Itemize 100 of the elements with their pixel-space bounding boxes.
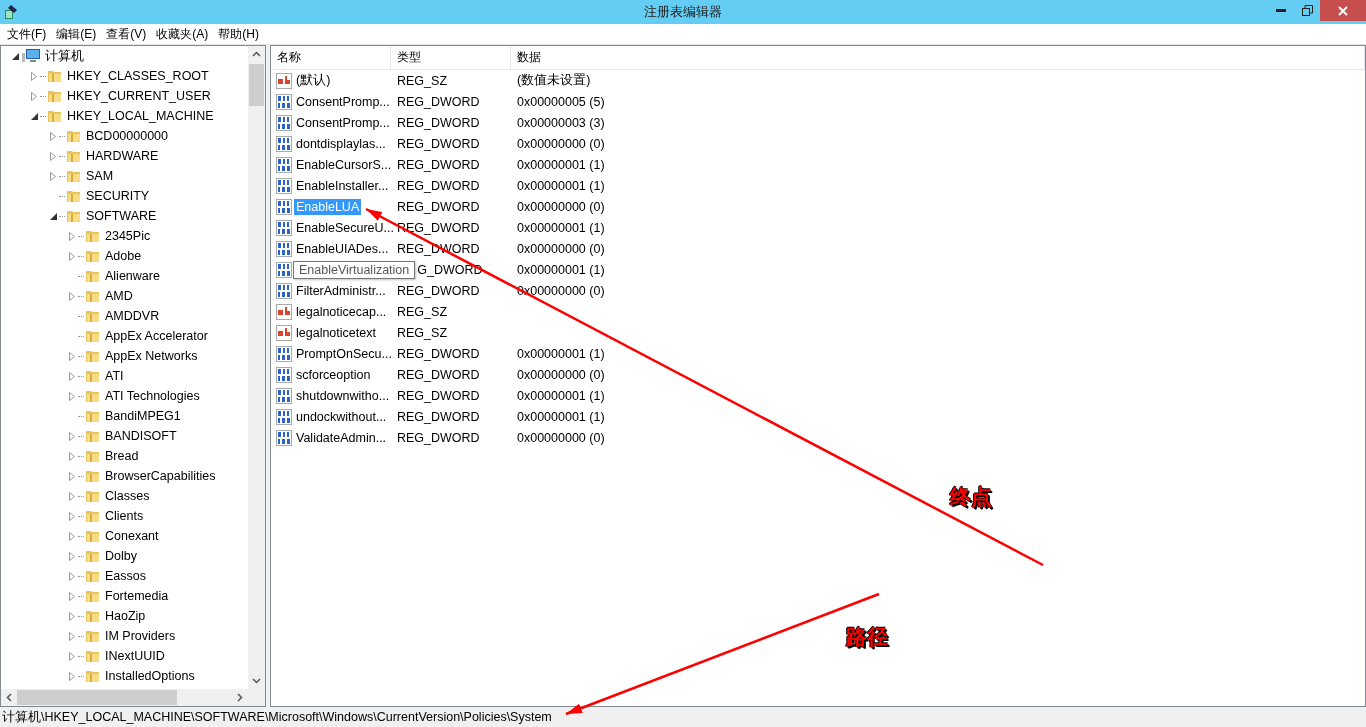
folder-icon <box>66 208 82 224</box>
folder-icon <box>66 188 82 204</box>
value-type: REG_DWORD <box>396 367 481 382</box>
annotation-label: 终点 <box>950 484 992 510</box>
value-data: 0x00000000 (0) <box>516 367 606 382</box>
tree-item[interactable]: BCD00000000 <box>86 129 168 143</box>
tree-item[interactable]: BrowserCapabilities <box>105 469 216 483</box>
tree-item[interactable]: 2345Pic <box>105 229 151 243</box>
value-name[interactable]: ConsentPromp... <box>294 114 392 131</box>
tree-item[interactable]: BandiMPEG1 <box>105 409 181 423</box>
value-name[interactable]: scforceoption <box>294 366 373 383</box>
value-name[interactable]: undockwithout... <box>294 408 389 425</box>
folder-icon <box>47 108 63 124</box>
tree-item[interactable]: InstalledOptions <box>105 669 195 683</box>
value-data: 0x00000000 (0) <box>516 241 606 256</box>
tree-item[interactable]: AppEx Accelerator <box>105 329 208 343</box>
scrollbar-thumb[interactable] <box>249 64 264 106</box>
tree-item[interactable]: BANDISOFT <box>105 429 177 443</box>
tree-item[interactable]: ATI <box>105 369 124 383</box>
menu-item[interactable]: 查看(V) <box>101 25 152 43</box>
column-header[interactable]: 类型 <box>391 46 511 69</box>
folder-icon <box>47 68 63 84</box>
tree-item[interactable]: SAM <box>86 169 114 183</box>
restore-icon <box>1301 5 1313 16</box>
tree-item[interactable]: AppEx Networks <box>105 349 198 363</box>
value-name[interactable]: ConsentPromp... <box>294 93 392 110</box>
expand-triangle-icon[interactable] <box>69 291 75 301</box>
value-type: REG_DWORD <box>396 430 481 445</box>
tree-item[interactable]: 计算机 <box>45 47 84 65</box>
binary-value-icon <box>276 366 292 383</box>
value-data: 0x00000001 (1) <box>516 262 606 277</box>
tree-item[interactable]: IM Providers <box>105 629 176 643</box>
value-name[interactable]: legalnoticecap... <box>294 303 389 320</box>
value-name[interactable]: PromptOnSecu... <box>294 345 394 362</box>
collapse-triangle-icon[interactable] <box>30 112 38 120</box>
value-data: 0x00000001 (1) <box>516 388 606 403</box>
value-name[interactable]: EnableCursorS... <box>294 156 394 173</box>
tree-item[interactable]: ATI Technologies <box>105 389 200 403</box>
value-data: 0x00000000 (0) <box>516 430 606 445</box>
column-header[interactable]: 数据 <box>511 46 1365 69</box>
vertical-scrollbar[interactable] <box>248 46 265 689</box>
tree-item[interactable]: SOFTWARE <box>86 209 157 223</box>
value-name[interactable]: ValidateAdmin... <box>294 429 389 446</box>
column-header[interactable]: 名称 <box>271 46 391 69</box>
tree-item[interactable]: Fortemedia <box>105 589 169 603</box>
close-icon <box>1338 5 1348 16</box>
collapse-triangle-icon[interactable] <box>49 212 57 220</box>
collapse-triangle-icon[interactable] <box>11 52 19 60</box>
folder-icon <box>85 408 101 424</box>
folder-icon <box>85 528 101 544</box>
menu-item[interactable]: 收藏夹(A) <box>151 25 214 43</box>
tree-item[interactable]: Clients <box>105 509 144 523</box>
close-button[interactable] <box>1320 0 1366 21</box>
tree-item[interactable]: Adobe <box>105 249 142 263</box>
tree-item[interactable]: HKEY_CURRENT_USER <box>67 89 211 103</box>
binary-value-icon <box>276 219 292 236</box>
folder-icon <box>47 88 63 104</box>
value-name[interactable]: shutdownwitho... <box>294 387 392 404</box>
value-name[interactable]: dontdisplaylas... <box>294 135 388 152</box>
folder-icon <box>85 228 101 244</box>
tree-item[interactable]: Alienware <box>105 269 160 283</box>
tree-item[interactable]: SECURITY <box>86 189 150 203</box>
tree-item[interactable]: AMD <box>105 289 133 303</box>
tree-item[interactable]: Bread <box>105 449 139 463</box>
horizontal-scrollbar[interactable] <box>1 689 248 706</box>
tree-item[interactable]: HKEY_LOCAL_MACHINE <box>67 109 214 123</box>
value-type: REG_SZ <box>396 325 448 340</box>
tree-item[interactable]: Eassos <box>105 569 146 583</box>
scroll-right-icon[interactable] <box>237 693 243 702</box>
binary-value-icon <box>276 429 292 446</box>
scroll-down-icon[interactable] <box>252 678 261 684</box>
folder-icon <box>85 468 101 484</box>
value-name[interactable]: EnableInstaller... <box>294 177 391 194</box>
value-name[interactable]: FilterAdministr... <box>294 282 388 299</box>
scroll-up-icon[interactable] <box>252 51 261 57</box>
value-name[interactable]: EnableSecureU... <box>294 219 396 236</box>
value-name[interactable]: (默认) <box>294 71 333 90</box>
binary-value-icon <box>276 114 292 131</box>
tree-item[interactable]: HARDWARE <box>86 149 159 163</box>
value-type: REG_DWORD <box>396 136 481 151</box>
tree-item[interactable]: AMDDVR <box>105 309 160 323</box>
menu-item[interactable]: 文件(F) <box>2 25 52 43</box>
annotation-label: 路径 <box>846 624 888 650</box>
folder-icon <box>85 548 101 564</box>
tree-item[interactable]: Dolby <box>105 549 137 563</box>
tree-item[interactable]: HKEY_CLASSES_ROOT <box>67 69 209 83</box>
tree-item[interactable]: Conexant <box>105 529 159 543</box>
value-name[interactable]: legalnoticetext <box>294 324 378 341</box>
menu-item[interactable]: 帮助(H) <box>213 25 264 43</box>
scroll-left-icon[interactable] <box>6 693 12 702</box>
binary-value-icon <box>276 198 292 215</box>
tree-item[interactable]: Classes <box>105 489 150 503</box>
scrollbar-thumb[interactable] <box>17 690 177 705</box>
binary-value-icon <box>276 408 292 425</box>
tree-item[interactable]: INextUUID <box>105 649 165 663</box>
menu-item[interactable]: 编辑(E) <box>51 25 102 43</box>
value-type: REG_DWORD <box>396 115 481 130</box>
computer-icon <box>21 48 41 64</box>
value-name[interactable]: EnableUIADes... <box>294 240 391 257</box>
tree-item[interactable]: HaoZip <box>105 609 146 623</box>
